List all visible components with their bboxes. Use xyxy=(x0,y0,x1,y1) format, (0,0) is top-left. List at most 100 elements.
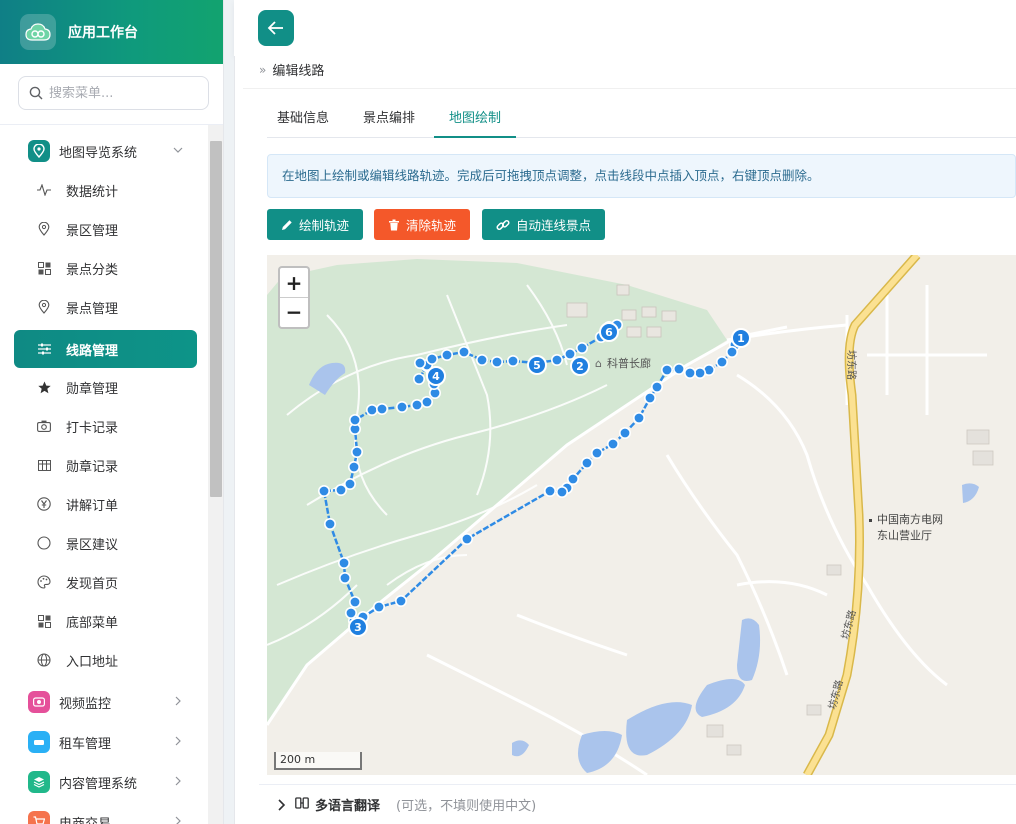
activity-icon xyxy=(34,184,54,196)
route-vertex[interactable] xyxy=(550,354,563,367)
back-button[interactable] xyxy=(258,10,294,46)
route-vertex[interactable] xyxy=(660,364,673,377)
menu-group-video[interactable]: 视频监控 xyxy=(14,683,197,721)
auto-connect-button[interactable]: 自动连线景点 xyxy=(482,209,606,240)
tab-spot-arrange[interactable]: 景点编排 xyxy=(363,100,415,138)
route-vertex[interactable] xyxy=(543,485,556,498)
route-vertex[interactable] xyxy=(507,355,520,368)
route-vertex[interactable] xyxy=(461,532,474,545)
menu-group-rental[interactable]: 租车管理 xyxy=(14,723,197,761)
sliders-icon xyxy=(34,343,54,355)
route-vertex[interactable] xyxy=(373,600,386,613)
menu-item-stats[interactable]: 数据统计 xyxy=(14,171,197,209)
button-label: 绘制轨迹 xyxy=(299,218,350,233)
route-vertex[interactable] xyxy=(323,517,336,530)
grid-icon xyxy=(34,614,54,628)
menu-item-route-manage[interactable]: 线路管理 xyxy=(14,330,197,368)
route-vertex[interactable] xyxy=(395,594,408,607)
route-vertex[interactable] xyxy=(396,401,409,414)
route-vertex[interactable] xyxy=(413,373,426,386)
route-vertex[interactable] xyxy=(441,349,454,362)
spot-marker-5[interactable]: 5 xyxy=(527,355,547,375)
zoom-out-button[interactable]: − xyxy=(280,297,308,326)
tab-basic-info[interactable]: 基础信息 xyxy=(277,100,329,138)
menu-item-checkin-records[interactable]: 打卡记录 xyxy=(14,407,197,445)
scrollbar-thumb[interactable] xyxy=(210,141,222,497)
route-vertex[interactable] xyxy=(376,403,389,416)
menu-item-bottom-menu[interactable]: 底部菜单 xyxy=(14,602,197,640)
route-vertex[interactable] xyxy=(643,392,656,405)
tab-map-draw[interactable]: 地图绘制 xyxy=(434,100,517,138)
route-vertex[interactable] xyxy=(715,356,728,369)
route-vertex[interactable] xyxy=(366,404,379,417)
cart-icon xyxy=(28,811,50,824)
sidebar-scrollbar[interactable] xyxy=(208,125,223,824)
menu-search-input[interactable] xyxy=(49,85,199,101)
route-vertex[interactable] xyxy=(351,446,364,459)
spot-marker-2[interactable]: 2 xyxy=(570,356,590,376)
route-vertex[interactable] xyxy=(575,342,588,355)
zoom-control: + − xyxy=(278,266,310,329)
route-vertex[interactable] xyxy=(580,457,593,470)
route-vertex[interactable] xyxy=(491,356,504,369)
route-vertex[interactable] xyxy=(672,363,685,376)
layers-icon xyxy=(28,771,50,793)
route-map[interactable]: 123456 ⌂ 科普长廊 中国南方电网 东山营业厅 坊东路 坊东路 坊东路 +… xyxy=(267,255,1016,775)
menu-item-medal-manage[interactable]: 勋章管理 xyxy=(14,368,197,406)
route-vertex[interactable] xyxy=(632,412,645,425)
menu-item-guide-orders[interactable]: 讲解订单 xyxy=(14,485,197,523)
route-vertex[interactable] xyxy=(693,367,706,380)
route-vertex[interactable] xyxy=(345,606,358,619)
menu-group-map-guide[interactable]: 地图导览系统 xyxy=(14,132,197,170)
zoom-in-button[interactable]: + xyxy=(280,268,308,297)
menu-item-medal-records[interactable]: 勋章记录 xyxy=(14,446,197,484)
route-vertex[interactable] xyxy=(349,595,362,608)
route-vertex[interactable] xyxy=(411,399,424,412)
menu-group-ecommerce[interactable]: 电商交易 xyxy=(14,803,197,824)
road-label-1: 坊东路 xyxy=(845,350,858,380)
route-vertex[interactable] xyxy=(618,427,631,440)
route-vertex[interactable] xyxy=(476,354,489,367)
menu-item-entry-url[interactable]: 入口地址 xyxy=(14,641,197,679)
menu-group-cms[interactable]: 内容管理系统 xyxy=(14,763,197,801)
map-scale-bar: 200 m xyxy=(274,752,362,770)
route-vertex[interactable] xyxy=(414,357,427,370)
menu-item-spot-manage[interactable]: 景点管理 xyxy=(14,288,197,326)
spot-marker-1[interactable]: 1 xyxy=(731,328,751,348)
route-vertex[interactable] xyxy=(344,478,357,491)
menu-search-box[interactable] xyxy=(18,76,209,110)
map-canvas[interactable]: 123456 ⌂ 科普长廊 中国南方电网 东山营业厅 坊东路 坊东路 坊东路 xyxy=(267,255,1016,775)
route-vertex[interactable] xyxy=(348,461,361,474)
spot-marker-6[interactable]: 6 xyxy=(599,322,619,342)
route-vertex[interactable] xyxy=(555,486,568,499)
svg-text:1: 1 xyxy=(737,332,745,345)
route-vertex[interactable] xyxy=(563,348,576,361)
clear-track-button[interactable]: 清除轨迹 xyxy=(374,209,471,240)
route-vertex[interactable] xyxy=(338,556,351,569)
location-icon xyxy=(34,222,54,236)
route-vertex[interactable] xyxy=(458,346,471,359)
menu-group-label: 内容管理系统 xyxy=(59,776,138,792)
route-vertex[interactable] xyxy=(426,353,439,366)
multilang-section[interactable]: 多语言翻译 (可选，不填则使用中文) xyxy=(259,784,1016,824)
route-vertex[interactable] xyxy=(421,396,434,409)
menu-item-scenic-area[interactable]: 景区管理 xyxy=(14,210,197,248)
route-vertex[interactable] xyxy=(590,447,603,460)
multilang-hint: (可选，不填则使用中文) xyxy=(396,799,537,814)
brand-header: 应用工作台 xyxy=(0,0,223,64)
route-vertex[interactable] xyxy=(317,485,330,498)
route-vertex[interactable] xyxy=(725,346,738,359)
draw-track-button[interactable]: 绘制轨迹 xyxy=(267,209,364,240)
route-vertex[interactable] xyxy=(606,438,619,451)
route-vertex[interactable] xyxy=(650,381,663,394)
route-vertex[interactable] xyxy=(339,571,352,584)
spot-marker-4[interactable]: 4 xyxy=(426,366,446,386)
route-vertex[interactable] xyxy=(683,367,696,380)
menu-item-discover-home[interactable]: 发现首页 xyxy=(14,563,197,601)
menu-item-spot-category[interactable]: 景点分类 xyxy=(14,249,197,287)
spot-marker-3[interactable]: 3 xyxy=(348,617,368,637)
menu-item-suggestions[interactable]: 景区建议 xyxy=(14,524,197,562)
route-vertex[interactable] xyxy=(349,414,362,427)
circle-icon xyxy=(34,536,54,550)
breadcrumb: » 编辑线路 xyxy=(259,60,324,80)
